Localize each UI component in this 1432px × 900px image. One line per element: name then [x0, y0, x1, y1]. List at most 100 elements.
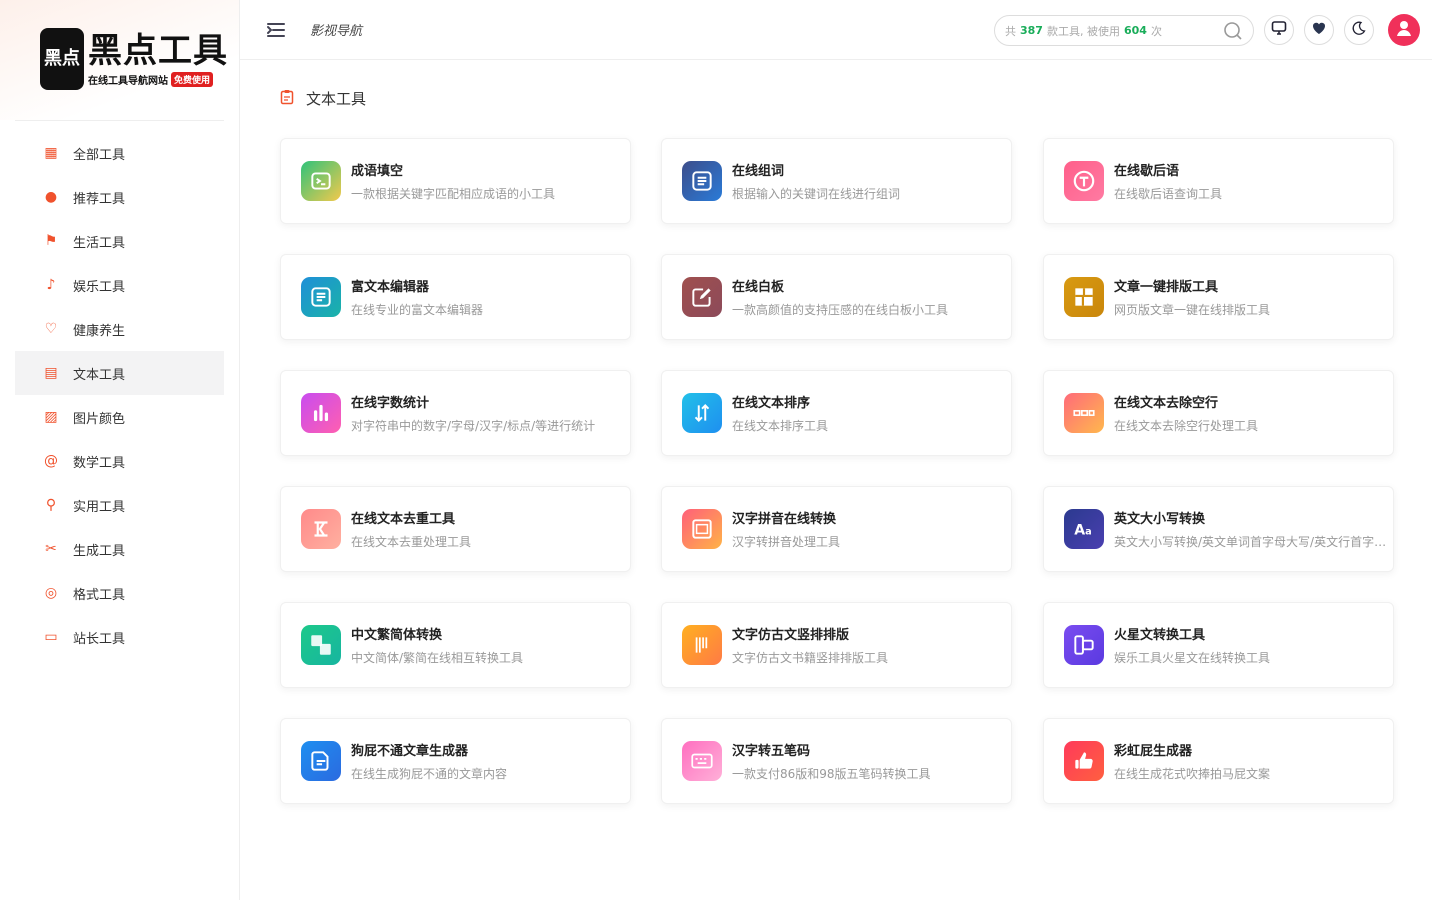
pinyin-card-icon [682, 509, 722, 549]
tool-title: 汉字转五笔码 [732, 744, 811, 759]
tools-icon: ✂ [45, 541, 57, 557]
tool-description: 英文大小写转换/英文单词首字母大写/英文行首字母大写 [1114, 535, 1393, 549]
image-icon: ▨ [44, 409, 58, 425]
tool-card[interactable]: 在线文本去除空行 在线文本去除空行处理工具 [1043, 370, 1394, 456]
tool-card[interactable]: 在线组词 根据输入的关键词在线进行组词 [661, 138, 1012, 224]
document-list-icon [682, 161, 722, 201]
sidebar-item-label: 生活工具 [73, 235, 126, 251]
tool-card[interactable]: 在线文本排序 在线文本排序工具 [661, 370, 1012, 456]
sidebar-item[interactable]: ◎ 格式工具 [15, 571, 224, 615]
tool-card[interactable]: 火星文转换工具 娱乐工具火星文在线转换工具 [1043, 602, 1394, 688]
tool-card[interactable]: Aa 英文大小写转换 英文大小写转换/英文单词首字母大写/英文行首字母大写 [1043, 486, 1394, 572]
tool-card[interactable]: 狗屁不通文章生成器在线生成狗屁不通的文章内容 [280, 718, 631, 804]
at-icon: @ [44, 453, 58, 469]
monitor-icon [1271, 20, 1287, 40]
menu-toggle-icon[interactable] [266, 20, 286, 40]
tool-description: 在线文本去重处理工具 [351, 535, 472, 549]
sidebar-item[interactable]: ▨ 图片颜色 [15, 395, 224, 439]
tool-count: 387 [1020, 24, 1043, 37]
tool-description: 在线专业的富文本编辑器 [351, 303, 484, 317]
tool-title: 文章一键排版工具 [1114, 280, 1219, 295]
tool-title: 在线歇后语 [1114, 164, 1180, 179]
tool-card[interactable]: 文字仿古文竖排排版 文字仿古文书籍竖排排版工具 [661, 602, 1012, 688]
sidebar-item-label: 格式工具 [73, 587, 126, 603]
svg-text:a: a [1085, 526, 1092, 537]
tool-description: 在线生成狗屁不通的文章内容 [351, 767, 508, 781]
search-icon: ⚲ [45, 497, 57, 513]
tool-title: 在线文本去除空行 [1114, 396, 1219, 411]
sidebar-item[interactable]: ♪ 娱乐工具 [15, 263, 224, 307]
tool-card[interactable]: 汉字转五笔码一款支付86版和98版五笔码转换工具 [661, 718, 1012, 804]
tool-description: 在线生成花式吹捧拍马屁文案 [1114, 767, 1271, 781]
sidebar-item[interactable]: ▤ 文本工具 [15, 351, 224, 395]
sidebar-item[interactable]: ✂ 生成工具 [15, 527, 224, 571]
logo-subtitle: 在线工具导航网站 [88, 75, 168, 87]
tool-card[interactable]: 文章一键排版工具网页版文章一键在线排版工具 [1043, 254, 1394, 340]
monitor-button[interactable] [1264, 15, 1294, 45]
thumbs-up-icon [1064, 741, 1104, 781]
sidebar-menu: ▦ 全部工具 ● 推荐工具 ⚑ 生活工具 ♪ 娱乐工具 ♡ 健康养生 ▤ 文本工具 ▨ 图片颜色 @ 数学工具… [0, 131, 239, 659]
tool-description: 文字仿古文书籍竖排排版工具 [732, 651, 889, 665]
header-title[interactable]: 影视导航 [310, 20, 362, 39]
sidebar-item-label: 娱乐工具 [73, 279, 126, 295]
logo-mark: 黑点 [40, 28, 84, 90]
sidebar-item-label: 站长工具 [73, 631, 126, 647]
sidebar-item[interactable]: ▭ 站长工具 [15, 615, 224, 659]
tool-title: 成语填空 [351, 164, 404, 179]
tool-title: 在线文本排序 [732, 396, 811, 411]
tool-description: 网页版文章一键在线排版工具 [1114, 303, 1271, 317]
user-icon [1394, 18, 1414, 42]
heart-icon [1311, 20, 1327, 40]
user-avatar[interactable] [1388, 14, 1420, 46]
sidebar-item[interactable]: ● 推荐工具 [15, 175, 224, 219]
sidebar-item[interactable]: ⚑ 生活工具 [15, 219, 224, 263]
tool-title: 在线白板 [732, 280, 785, 295]
tool-title: 富文本编辑器 [351, 280, 430, 295]
tool-description: 娱乐工具火星文在线转换工具 [1114, 651, 1271, 665]
tool-description: 汉字转拼音处理工具 [732, 535, 841, 549]
svg-text:A: A [1074, 522, 1085, 538]
sidebar-item-label: 实用工具 [73, 499, 126, 515]
tool-title: 彩虹屁生成器 [1114, 744, 1193, 759]
fire-icon: ● [44, 189, 58, 205]
tool-description: 一款支付86版和98版五笔码转换工具 [732, 767, 931, 781]
tool-description: 中文简体/繁简在线相互转换工具 [351, 651, 524, 665]
tool-card[interactable]: 彩虹屁生成器在线生成花式吹捧拍马屁文案 [1043, 718, 1394, 804]
tool-card[interactable]: 在线白板一款高颜值的支持压感的在线白板小工具 [661, 254, 1012, 340]
tool-title: 狗屁不通文章生成器 [351, 744, 469, 759]
tool-card[interactable]: 中文繁简体转换 中文简体/繁简在线相互转换工具 [280, 602, 631, 688]
top-header: 影视导航 共 387 款工具, 被使用 604 次 [240, 0, 1432, 60]
tool-card[interactable]: 富文本编辑器在线专业的富文本编辑器 [280, 254, 631, 340]
sidebar-item-label: 图片颜色 [73, 411, 126, 427]
doc-lines-icon [301, 741, 341, 781]
tool-title: 汉字拼音在线转换 [732, 512, 837, 527]
sidebar-item-label: 推荐工具 [73, 191, 126, 207]
sidebar-item-label: 健康养生 [73, 323, 126, 339]
tool-card[interactable]: 在线文本去重工具 在线文本去重处理工具 [280, 486, 631, 572]
dedupe-icon [301, 509, 341, 549]
flag-icon: ⚑ [44, 233, 58, 249]
sidebar-divider [15, 120, 224, 121]
vertical-text-icon [682, 625, 722, 665]
moon-icon [1351, 20, 1367, 40]
sidebar: 黑点 黑点工具 在线工具导航网站 免费使用 ▦ 全部工具 ● 推荐工具 ⚑ 生活工具 ♪ 娱乐… [0, 0, 240, 900]
tool-card[interactable]: 汉字拼音在线转换 汉字转拼音处理工具 [661, 486, 1012, 572]
sidebar-item[interactable]: ♡ 健康养生 [15, 307, 224, 351]
search-input[interactable]: 共 387 款工具, 被使用 604 次 [994, 15, 1254, 46]
dark-mode-button[interactable] [1344, 15, 1374, 45]
tool-card[interactable]: 成语填空 一款根据关键字匹配相应成语的小工具 [280, 138, 631, 224]
tool-title: 在线字数统计 [351, 396, 430, 411]
favorite-button[interactable] [1304, 15, 1334, 45]
logo[interactable]: 黑点 黑点工具 在线工具导航网站 免费使用 [40, 28, 228, 90]
sidebar-item[interactable]: ⚲ 实用工具 [15, 483, 224, 527]
blank-lines-icon [1064, 393, 1104, 433]
tool-card[interactable]: 在线歇后语在线歇后语查询工具 [1043, 138, 1394, 224]
code-circle-icon: ◎ [44, 585, 58, 601]
search-icon[interactable] [1223, 21, 1243, 44]
tool-description: 一款高颜值的支持压感的在线白板小工具 [732, 303, 949, 317]
tool-card[interactable]: 在线字数统计 对字符串中的数字/字母/汉字/标点/等进行统计 [280, 370, 631, 456]
sidebar-item[interactable]: @ 数学工具 [15, 439, 224, 483]
tool-description: 在线歇后语查询工具 [1114, 187, 1223, 201]
sidebar-item[interactable]: ▦ 全部工具 [15, 131, 224, 175]
keyboard-icon [682, 741, 722, 781]
